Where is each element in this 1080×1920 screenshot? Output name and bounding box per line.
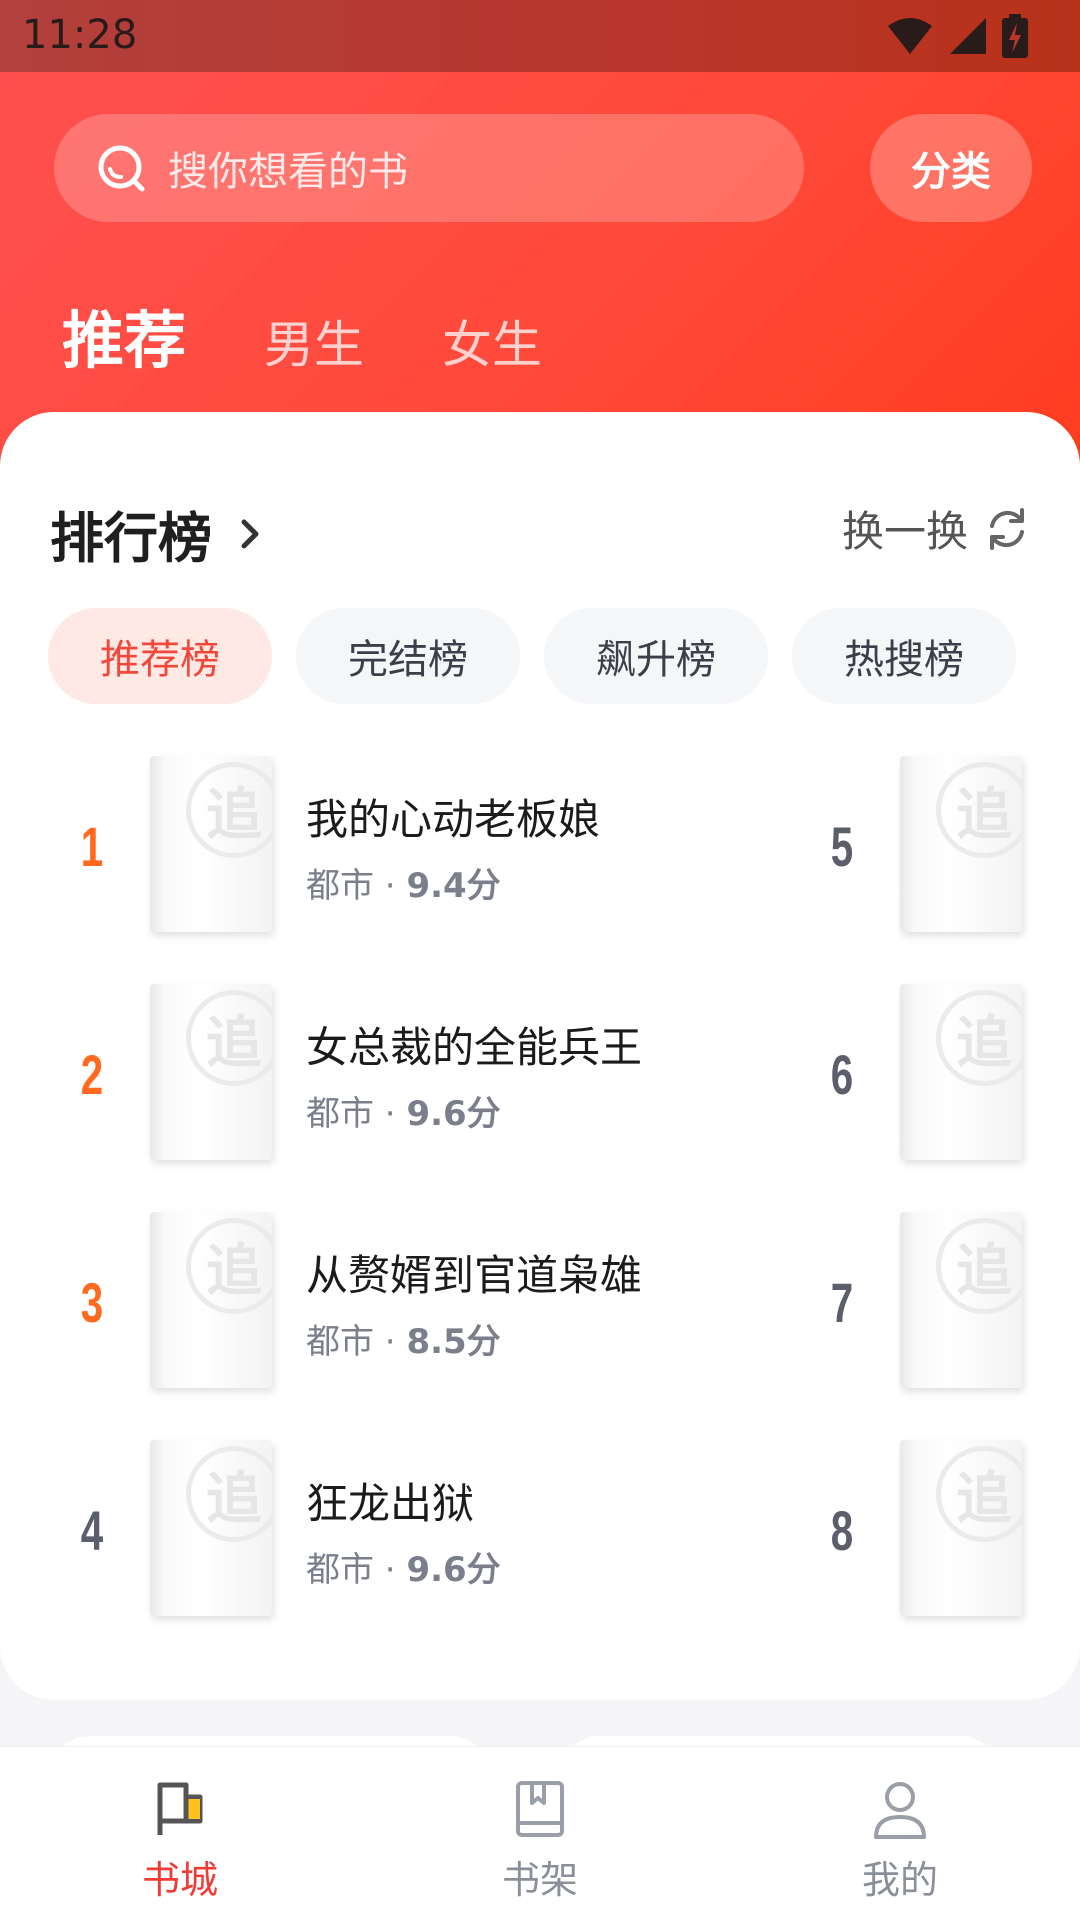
rank-number: 6 — [830, 1043, 854, 1106]
rank-number: 3 — [80, 1271, 104, 1334]
nav-label: 我的 — [861, 1858, 938, 1902]
person-icon — [874, 1782, 926, 1839]
book-cover: 追 — [150, 1440, 272, 1616]
chip-completed[interactable]: 完结榜 — [296, 608, 520, 704]
search-input[interactable]: 搜你想看的书 — [54, 114, 804, 222]
book-icon — [516, 1781, 564, 1837]
screen: 11:28 搜你想看的书 分类 推荐 男生 女生 排行榜 换一换 推荐榜 完结榜… — [0, 0, 1080, 1920]
book-meta: 都市 · 8.5分 — [306, 1322, 501, 1362]
rank-row: 1 追 我的心动老板娘 都市 · 9.4分 5 追 — [0, 756, 1080, 984]
top-tabs: 推荐 男生 女生 — [62, 290, 620, 380]
cover-watermark: 追 — [936, 1446, 1022, 1542]
status-bar: 11:28 — [0, 0, 1080, 72]
book-title: 从赘婿到官道枭雄 — [306, 1251, 643, 1300]
nav-label: 书城 — [141, 1858, 218, 1902]
search-icon — [98, 145, 145, 192]
rank-number: 4 — [80, 1499, 104, 1562]
ranking-title-link[interactable]: 排行榜 — [50, 494, 264, 573]
list-item[interactable]: 3 追 从赘婿到官道枭雄 都市 · 8.5分 — [0, 1212, 760, 1440]
refresh-button[interactable]: 换一换 — [842, 498, 1030, 559]
rank-number: 2 — [80, 1043, 104, 1106]
refresh-icon — [990, 507, 1024, 550]
book-meta: 都市 · 9.4分 — [306, 866, 501, 906]
book-cover: 追 — [900, 756, 1022, 932]
book-cover: 追 — [900, 1440, 1022, 1616]
book-title: 狂龙出狱 — [306, 1479, 475, 1528]
battery-icon — [1002, 14, 1028, 58]
cover-watermark: 追 — [186, 762, 272, 858]
list-item[interactable]: 6 追 — [800, 984, 1060, 1212]
rank-row: 3 追 从赘婿到官道枭雄 都市 · 8.5分 7 追 — [0, 1212, 1080, 1440]
nav-bookshelf[interactable]: 书架 — [440, 1777, 640, 1904]
book-title: 我的心动老板娘 — [306, 795, 601, 844]
status-time: 11:28 — [22, 12, 138, 58]
tab-female[interactable]: 女生 — [442, 305, 542, 377]
list-item[interactable]: 8 追 — [800, 1440, 1060, 1668]
nav-label: 书架 — [501, 1858, 578, 1902]
tab-male[interactable]: 男生 — [264, 305, 364, 377]
book-title: 女总裁的全能兵王 — [306, 1023, 643, 1072]
category-button[interactable]: 分类 — [870, 114, 1032, 222]
signal-icon — [950, 18, 986, 54]
list-item[interactable]: 1 追 我的心动老板娘 都市 · 9.4分 — [0, 756, 760, 984]
cover-watermark: 追 — [936, 762, 1022, 858]
chevron-right-icon — [241, 519, 259, 548]
status-icons — [886, 14, 1028, 58]
ranking-card: 排行榜 换一换 推荐榜 完结榜 飙升榜 热搜榜 1 追 我的心动老板娘 都市 ·… — [0, 412, 1080, 1700]
rank-row: 4 追 狂龙出狱 都市 · 9.6分 8 追 — [0, 1440, 1080, 1668]
cover-watermark: 追 — [936, 1218, 1022, 1314]
chip-recommend[interactable]: 推荐榜 — [48, 608, 272, 704]
list-item[interactable]: 4 追 狂龙出狱 都市 · 9.6分 — [0, 1440, 760, 1668]
wifi-icon — [888, 18, 932, 54]
list-item[interactable]: 5 追 — [800, 756, 1060, 984]
nav-profile[interactable]: 我的 — [800, 1777, 1000, 1904]
book-meta: 都市 · 9.6分 — [306, 1094, 501, 1134]
rank-number: 8 — [830, 1499, 854, 1562]
rank-number: 1 — [80, 815, 104, 878]
cover-watermark: 追 — [186, 1218, 272, 1314]
rank-row: 2 追 女总裁的全能兵王 都市 · 9.6分 6 追 — [0, 984, 1080, 1212]
nav-bookstore[interactable]: 书城 — [80, 1777, 280, 1904]
chip-hot-search[interactable]: 热搜榜 — [792, 608, 1016, 704]
flag-icon — [157, 1782, 203, 1835]
cover-watermark: 追 — [186, 990, 272, 1086]
search-placeholder: 搜你想看的书 — [168, 149, 408, 195]
rank-list: 1 追 我的心动老板娘 都市 · 9.4分 5 追 2 追 女总裁的全能兵王 都… — [0, 756, 1080, 1668]
cover-watermark: 追 — [186, 1446, 272, 1542]
book-cover: 追 — [900, 984, 1022, 1160]
book-meta: 都市 · 9.6分 — [306, 1550, 501, 1590]
ranking-chips: 推荐榜 完结榜 飙升榜 热搜榜 — [48, 608, 1016, 704]
rank-number: 7 — [830, 1271, 854, 1334]
list-item[interactable]: 2 追 女总裁的全能兵王 都市 · 9.6分 — [0, 984, 760, 1212]
book-cover: 追 — [900, 1212, 1022, 1388]
refresh-label: 换一换 — [841, 507, 968, 556]
tab-recommend[interactable]: 推荐 — [62, 290, 186, 380]
bottom-nav: 书城 书架 我的 — [0, 1746, 1080, 1920]
book-cover: 追 — [150, 984, 272, 1160]
list-item[interactable]: 7 追 — [800, 1212, 1060, 1440]
rank-number: 5 — [830, 815, 854, 878]
book-cover: 追 — [150, 756, 272, 932]
chip-rising[interactable]: 飙升榜 — [544, 608, 768, 704]
ranking-title: 排行榜 — [50, 507, 212, 570]
book-cover: 追 — [150, 1212, 272, 1388]
cover-watermark: 追 — [936, 990, 1022, 1086]
